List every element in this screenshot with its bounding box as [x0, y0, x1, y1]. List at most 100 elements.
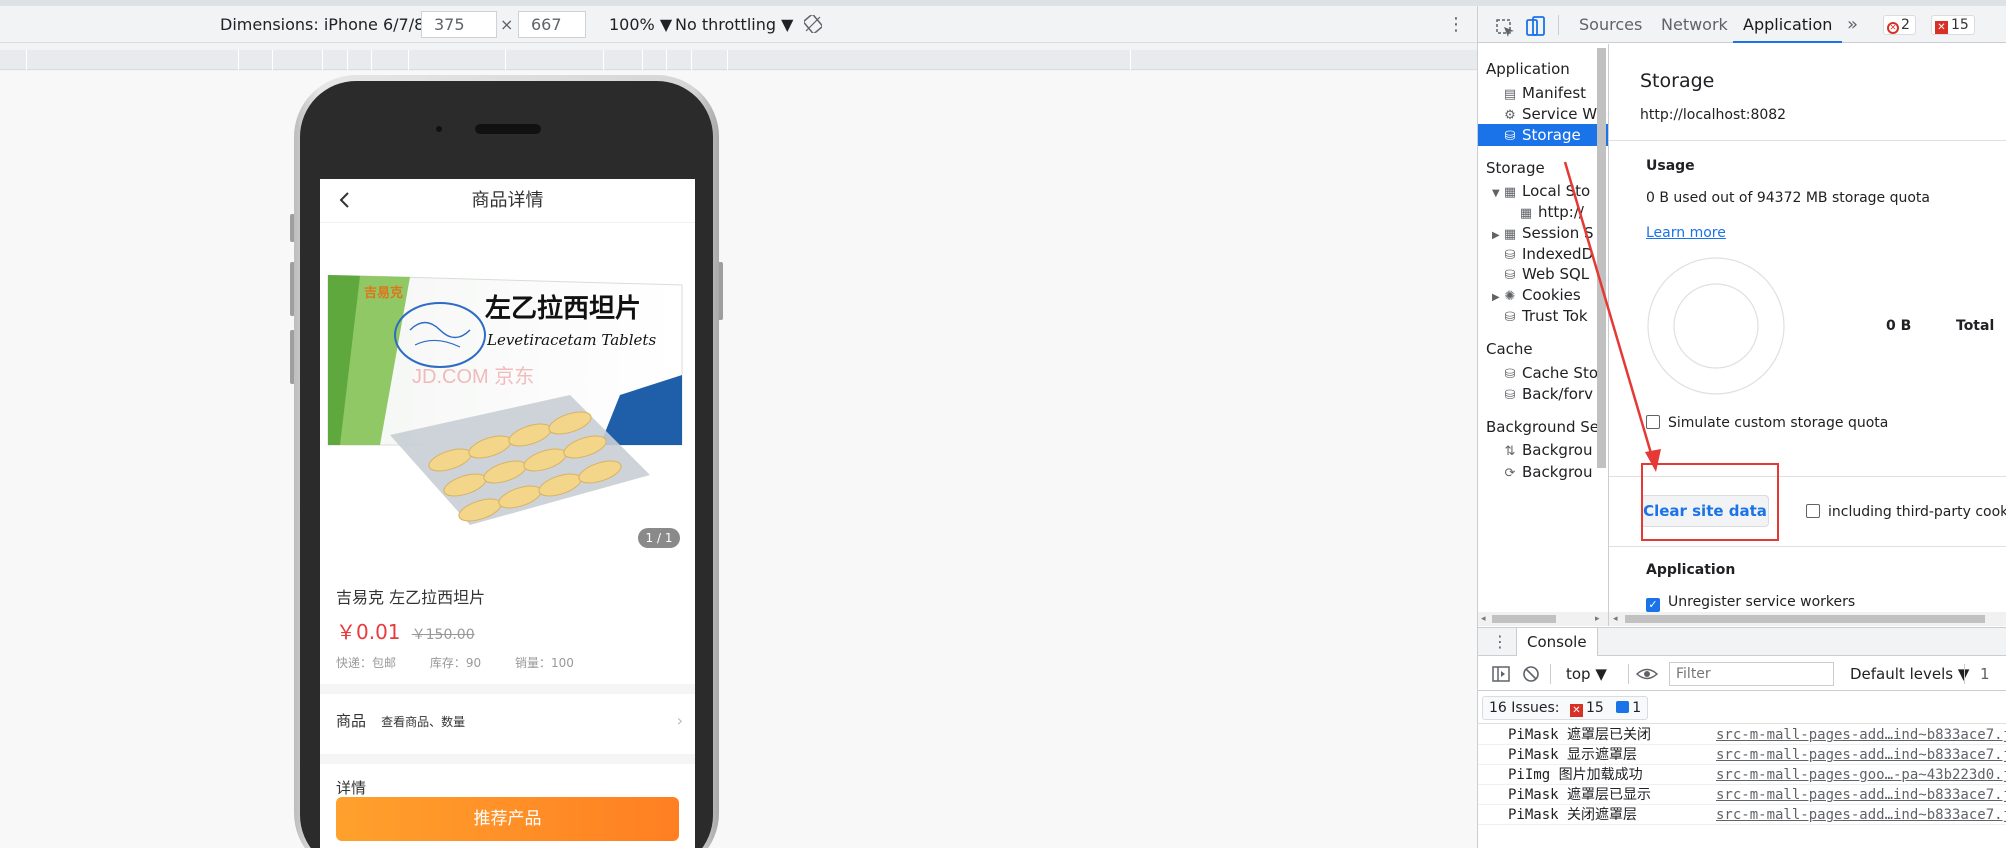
sidebar-item[interactable]: ⟳ Backgrou: [1478, 461, 1608, 483]
sidebar-item-label: Backgrou: [1522, 441, 1593, 459]
phone-screen: 商品详情 吉易克 左乙拉西坦片 Levetiracetam Tablets JD…: [320, 179, 695, 848]
spec-selector-row[interactable]: 商品 查看商品、数量 ›: [336, 709, 683, 733]
sidebar-item-label: Cookies: [1522, 286, 1581, 304]
hidden-messages-count: 1: [1980, 665, 1990, 683]
eye-icon[interactable]: [1635, 665, 1659, 687]
sidebar-item[interactable]: ⛁ Web SQL: [1478, 263, 1608, 285]
console-drawer: ⋮ Console top ▼ Default levels ▼ 1 16 Is…: [1478, 627, 2006, 848]
image-brand-text: 吉易克: [364, 285, 403, 300]
sidebar-item[interactable]: ⚙ Service W: [1478, 103, 1608, 125]
sidebar-item[interactable]: ⛁ Back/forv: [1478, 383, 1608, 405]
simulate-quota-row[interactable]: Simulate custom storage quota: [1646, 415, 1888, 431]
console-filter-input[interactable]: [1669, 662, 1834, 686]
console-log-row: PiImg 图片加载成功 src-m-mall-pages-goo…-pa~43b…: [1478, 765, 2006, 785]
error-square-icon: ✕: [1935, 21, 1948, 34]
sidebar-item[interactable]: ▤ Manifest: [1478, 82, 1608, 104]
toolbar-separator: [1964, 664, 1965, 684]
image-title-cn: 左乙拉西坦片: [485, 293, 641, 324]
drawer-menu-icon[interactable]: ⋮: [1492, 632, 1508, 652]
scroll-left-icon[interactable]: ◂: [1613, 612, 1618, 626]
log-source-link[interactable]: src-m-mall-pages-add…ind~b833ace7.js: [1716, 725, 2006, 744]
unregister-sw-checkbox[interactable]: ✓: [1646, 598, 1660, 612]
price: ￥0.01: [336, 620, 401, 644]
sidebar-item-label: Storage: [1486, 159, 1545, 177]
device-toggle-icon[interactable]: [1525, 14, 1547, 36]
sidebar-item[interactable]: ⛁ Cache Sto: [1478, 362, 1608, 384]
sidebar-item-label: Trust Tok: [1522, 307, 1588, 325]
usage-text: 0 B used out of 94372 MB storage quota: [1646, 190, 1930, 206]
scrollbar-thumb[interactable]: [1625, 615, 1985, 623]
dimensions-select[interactable]: Dimensions: iPhone 6/7/8 ▼: [220, 6, 442, 43]
sidebar-section-header: Cache: [1478, 338, 1608, 360]
width-input[interactable]: 375: [421, 11, 497, 38]
sidebar-scrollbar[interactable]: [1597, 48, 1606, 468]
sidebar-item-label: Back/forv: [1522, 385, 1593, 403]
sidebar-horizontal-scrollbar[interactable]: ◂ ▸: [1478, 612, 1608, 626]
more-options-icon[interactable]: ⋮: [1446, 14, 1466, 36]
toolbar-separator: [1550, 664, 1551, 684]
scroll-left-icon[interactable]: ◂: [1481, 612, 1486, 626]
usage-pie-chart: [1646, 256, 1786, 400]
clear-console-icon[interactable]: [1522, 665, 1540, 687]
sidebar-item[interactable]: ⛁ Trust Tok: [1478, 305, 1608, 327]
log-source-link[interactable]: src-m-mall-pages-goo…-pa~43b223d0.js: [1716, 765, 2006, 784]
inspect-element-icon[interactable]: [1496, 15, 1516, 37]
context-select[interactable]: top ▼: [1566, 657, 1607, 691]
learn-more-link[interactable]: Learn more: [1646, 225, 1726, 241]
sidebar-toggle-icon[interactable]: [1492, 665, 1510, 687]
device-toolbar: Dimensions: iPhone 6/7/8 ▼ 375 × 667 100…: [0, 6, 1477, 43]
more-tabs-icon[interactable]: »: [1847, 6, 1858, 43]
third-party-cookies-row[interactable]: including third-party cookie: [1806, 504, 2006, 520]
tab-console[interactable]: Console: [1516, 628, 1598, 656]
sidebar-item[interactable]: ▶ ✺ Cookies: [1478, 284, 1608, 306]
application-sidebar: Application ▤ Manifest ⚙ Service W ⛁ Storage St…: [1478, 44, 1608, 624]
product-image[interactable]: 吉易克 左乙拉西坦片 Levetiracetam Tablets JD.COM …: [320, 274, 695, 557]
throttling-select[interactable]: No throttling ▼: [675, 6, 793, 43]
tab-sources[interactable]: Sources: [1579, 6, 1642, 43]
original-price: ￥150.00: [411, 627, 475, 643]
sidebar-item[interactable]: ▼ ▦ Local Sto: [1478, 180, 1608, 202]
error-square-icon: ✕: [1569, 704, 1583, 717]
device-viewport: [0, 71, 1477, 848]
log-levels-select[interactable]: Default levels ▼: [1850, 657, 1969, 691]
refresh-icon: ⟳: [1504, 466, 1516, 481]
tab-network[interactable]: Network: [1661, 6, 1728, 43]
sidebar-item[interactable]: ⇅ Backgrou: [1478, 439, 1608, 461]
product-meta: 快递：包邮 库存：90 销量：100: [336, 654, 604, 671]
database-icon: ⛁: [1504, 129, 1516, 144]
zoom-select[interactable]: 100% ▼: [609, 6, 672, 43]
sidebar-item-label: Background Ser: [1486, 418, 1606, 436]
simulate-quota-checkbox[interactable]: [1646, 415, 1660, 429]
scrollbar-thumb[interactable]: [1492, 615, 1556, 623]
log-source-link[interactable]: src-m-mall-pages-add…ind~b833ace7.js: [1716, 785, 2006, 804]
log-message: PiMask 关闭遮罩层: [1508, 807, 1638, 823]
sidebar-item[interactable]: ⛁ IndexedD: [1478, 243, 1608, 265]
issues-button[interactable]: 16 Issues: ✕ 15 1: [1482, 696, 1649, 720]
sidebar-item-label: Backgrou: [1522, 463, 1593, 481]
recommend-products-button[interactable]: 推荐产品: [336, 797, 679, 841]
sidebar-item-label: Manifest: [1522, 84, 1587, 102]
image-counter-badge: 1 / 1: [638, 528, 680, 548]
media-query-ruler: [0, 50, 1477, 70]
issue-count-badge[interactable]: ✕ 15: [1931, 15, 1975, 35]
sidebar-item[interactable]: ▶ ▦ Session S: [1478, 222, 1608, 244]
spec-label: 商品: [336, 712, 367, 730]
separator: [1609, 546, 2006, 547]
error-count-badge[interactable]: ✕ 2: [1883, 15, 1916, 35]
sidebar-item[interactable]: ▦ http://: [1478, 201, 1608, 223]
scroll-right-icon[interactable]: ▸: [1595, 612, 1600, 626]
rotate-icon[interactable]: [803, 13, 823, 35]
tab-application[interactable]: Application: [1733, 6, 1843, 43]
log-source-link[interactable]: src-m-mall-pages-add…ind~b833ace7.js: [1716, 805, 2006, 824]
height-input[interactable]: 667: [518, 11, 586, 38]
sidebar-item-label: Web SQL: [1522, 265, 1590, 283]
devtools-tabbar: Sources Network Application » ✕ 2 ✕ 15: [1478, 6, 2006, 43]
sidebar-item[interactable]: ⛁ Storage: [1478, 124, 1608, 146]
detail-section-label: 详情: [336, 779, 367, 797]
third-party-cookies-checkbox[interactable]: [1806, 504, 1820, 518]
unregister-sw-row[interactable]: ✓ Unregister service workers: [1646, 594, 1855, 612]
console-log-row: PiMask 显示遮罩层 src-m-mall-pages-add…ind~b83…: [1478, 745, 2006, 765]
pane-horizontal-scrollbar[interactable]: ◂: [1609, 612, 2006, 626]
log-source-link[interactable]: src-m-mall-pages-add…ind~b833ace7.js: [1716, 745, 2006, 764]
image-watermark: JD.COM 京东: [412, 365, 534, 388]
